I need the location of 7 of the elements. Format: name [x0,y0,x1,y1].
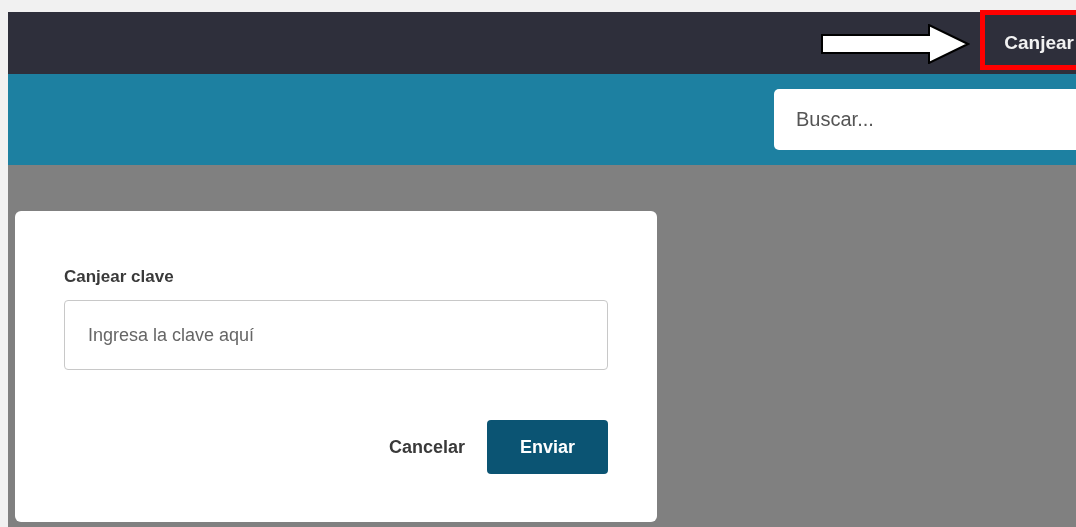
submit-button[interactable]: Enviar [487,420,608,474]
field-label: Canjear clave [64,267,175,287]
redeem-link[interactable]: Canjear [1004,32,1074,54]
search-field[interactable]: Buscar... [774,89,1076,150]
key-input-field[interactable]: Ingresa la clave aquí [64,300,608,370]
cancel-button[interactable]: Cancelar [388,420,465,474]
right-arrow-icon [821,24,970,64]
